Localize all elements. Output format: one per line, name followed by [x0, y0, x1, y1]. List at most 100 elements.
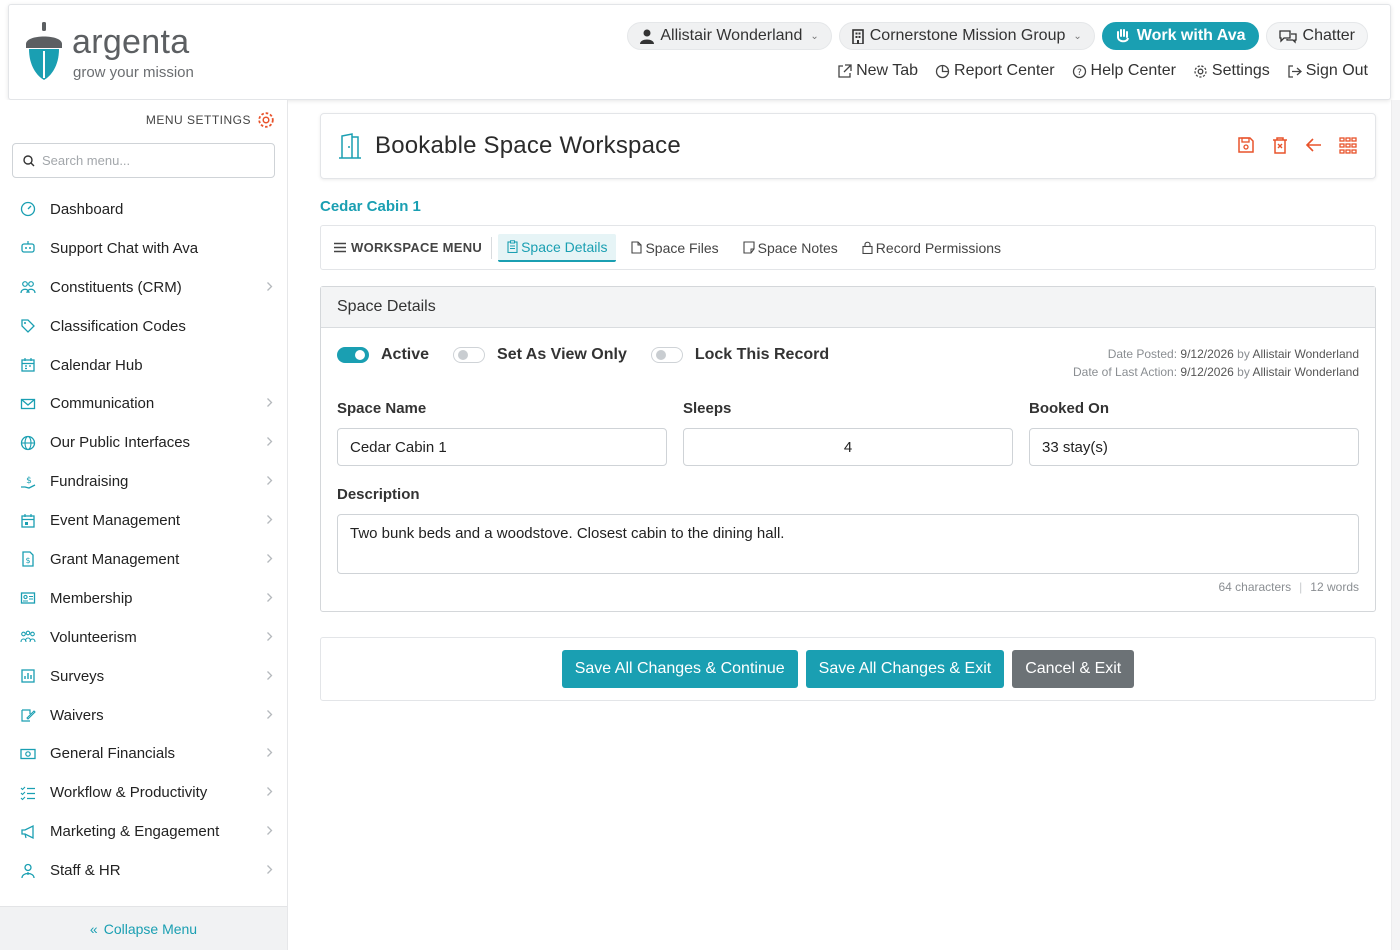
- chevron-right-icon: [266, 592, 273, 603]
- sidebar-item-label: Marketing & Engagement: [50, 823, 220, 841]
- save-exit-button[interactable]: Save All Changes & Exit: [805, 650, 1005, 688]
- word-count: 12 words: [1310, 580, 1359, 594]
- sidebar-item-constituents-crm[interactable]: Constituents (CRM): [0, 268, 287, 307]
- organization-menu[interactable]: Cornerstone Mission Group ⌄: [838, 22, 1095, 50]
- sidebar-item-general-financials[interactable]: General Financials: [0, 734, 287, 773]
- chevron-right-icon: [266, 864, 273, 875]
- double-chevron-left-icon: «: [89, 920, 98, 937]
- sleeps-input[interactable]: [683, 428, 1013, 466]
- sign-out-label: Sign Out: [1305, 62, 1368, 79]
- tab-space-notes[interactable]: Space Notes: [734, 234, 847, 262]
- space-name-label: Space Name: [337, 400, 427, 417]
- delete-icon[interactable]: [1271, 136, 1289, 154]
- lock-icon: [862, 241, 873, 254]
- gear-icon: [1194, 64, 1207, 78]
- search-icon: [23, 154, 35, 166]
- sidebar-item-dashboard[interactable]: Dashboard: [0, 190, 287, 229]
- space-name-input[interactable]: [337, 428, 667, 466]
- section-title: Space Details: [321, 287, 1375, 328]
- workspace-menu-label: WORKSPACE MENU: [351, 240, 483, 255]
- sidebar-item-surveys[interactable]: Surveys: [0, 657, 287, 696]
- collapse-menu-button[interactable]: « Collapse Menu: [0, 906, 287, 950]
- new-tab-link[interactable]: New Tab: [837, 62, 918, 80]
- menu-search[interactable]: [12, 143, 275, 178]
- sidebar-item-fundraising[interactable]: $ Fundraising: [0, 462, 287, 501]
- organization-name: Cornerstone Mission Group: [869, 27, 1066, 44]
- building-icon: [851, 28, 864, 44]
- tab-space-files[interactable]: Space Files: [622, 234, 727, 262]
- user-menu[interactable]: Allistair Wonderland ⌄: [627, 22, 832, 50]
- help-center-link[interactable]: ? Help Center: [1072, 62, 1176, 80]
- view-only-toggle[interactable]: [453, 347, 486, 363]
- dashboard-icon: [20, 201, 36, 217]
- workspace-menu: WORKSPACE MENU Space Details Space Files…: [320, 225, 1376, 270]
- save-continue-button[interactable]: Save All Changes & Continue: [561, 650, 798, 688]
- sidebar-item-event-management[interactable]: Event Management: [0, 501, 287, 540]
- chevron-right-icon: [266, 747, 273, 758]
- chevron-right-icon: [266, 475, 273, 486]
- chevron-right-icon: [266, 631, 273, 642]
- survey-icon: [20, 668, 36, 684]
- record-name: Cedar Cabin 1: [320, 198, 421, 215]
- count-separator: |: [1299, 580, 1303, 594]
- chevron-right-icon: [266, 436, 273, 447]
- pie-chart-icon: [935, 64, 950, 78]
- work-with-ava-button[interactable]: Work with Ava: [1101, 22, 1259, 50]
- character-count: 64 characters: [1218, 580, 1292, 594]
- sidebar-item-calendar-hub[interactable]: Calendar Hub: [0, 346, 287, 385]
- megaphone-icon: [20, 824, 36, 840]
- workspace-menu-toggle[interactable]: WORKSPACE MENU: [334, 236, 493, 259]
- sidebar-item-support-chat-with-ava[interactable]: Support Chat with Ava: [0, 229, 287, 268]
- menu-search-input[interactable]: [42, 153, 252, 168]
- app-header: argenta grow your mission Allistair Wond…: [8, 4, 1391, 100]
- sidebar-item-volunteerism[interactable]: Volunteerism: [0, 618, 287, 657]
- sidebar-item-classification-codes[interactable]: Classification Codes: [0, 307, 287, 346]
- report-center-label: Report Center: [954, 62, 1055, 79]
- space-details-card: Space Details Active Set As View Only Lo…: [320, 286, 1376, 612]
- chatter-button[interactable]: Chatter: [1265, 22, 1368, 50]
- argenta-logo[interactable]: argenta grow your mission: [23, 22, 223, 86]
- chevron-right-icon: [266, 825, 273, 836]
- sidebar-item-communication[interactable]: Communication: [0, 384, 287, 423]
- report-center-link[interactable]: Report Center: [935, 62, 1055, 80]
- sign-out-link[interactable]: Sign Out: [1287, 62, 1368, 80]
- brand-tagline: grow your mission: [73, 64, 194, 81]
- active-toggle[interactable]: [337, 347, 369, 363]
- sidebar-item-label: Membership: [50, 589, 133, 607]
- by-word: by: [1237, 347, 1250, 361]
- tab-space-details[interactable]: Space Details: [498, 233, 617, 262]
- sidebar-item-workflow-productivity[interactable]: Workflow & Productivity: [0, 773, 287, 812]
- toggle-knob: [655, 350, 666, 360]
- tab-record-permissions[interactable]: Record Permissions: [853, 234, 1010, 262]
- lock-record-toggle[interactable]: [650, 347, 683, 363]
- description-textarea[interactable]: Two bunk beds and a woodstove. Closest c…: [337, 514, 1359, 574]
- door-icon: [339, 133, 361, 159]
- sidebar: MENU SETTINGS Dashboard Support Chat with…: [0, 100, 288, 950]
- booked-on-input[interactable]: [1029, 428, 1359, 466]
- sidebar-item-grant-management[interactable]: $ Grant Management: [0, 540, 287, 579]
- sidebar-item-waivers[interactable]: Waivers: [0, 696, 287, 735]
- arrow-left-icon[interactable]: [1305, 136, 1323, 154]
- toggle-knob: [458, 350, 469, 360]
- sidebar-item-label: Classification Codes: [50, 317, 186, 335]
- note-icon: [743, 241, 755, 254]
- sidebar-item-label: Calendar Hub: [50, 356, 143, 374]
- cancel-exit-button[interactable]: Cancel & Exit: [1012, 650, 1135, 688]
- grid-menu-icon[interactable]: [1339, 136, 1357, 154]
- sidebar-item-our-public-interfaces[interactable]: Our Public Interfaces: [0, 423, 287, 462]
- sidebar-item-staff-hr[interactable]: Staff & HR: [0, 851, 287, 890]
- sidebar-item-marketing-engagement[interactable]: Marketing & Engagement: [0, 812, 287, 851]
- page-scrollbar[interactable]: [1391, 100, 1400, 950]
- users-icon: [20, 279, 36, 295]
- sidebar-item-membership[interactable]: Membership: [0, 579, 287, 618]
- sleeps-label: Sleeps: [683, 400, 732, 417]
- chatter-label: Chatter: [1302, 27, 1355, 44]
- toggle-knob: [355, 350, 365, 360]
- settings-link[interactable]: Settings: [1193, 62, 1270, 80]
- menu-settings-button[interactable]: MENU SETTINGS: [146, 111, 275, 129]
- checklist-icon: [20, 785, 36, 801]
- tab-label: Space Files: [645, 239, 719, 256]
- chevron-right-icon: [266, 709, 273, 720]
- save-icon[interactable]: [1237, 136, 1255, 154]
- wave-hand-icon: [1116, 29, 1129, 43]
